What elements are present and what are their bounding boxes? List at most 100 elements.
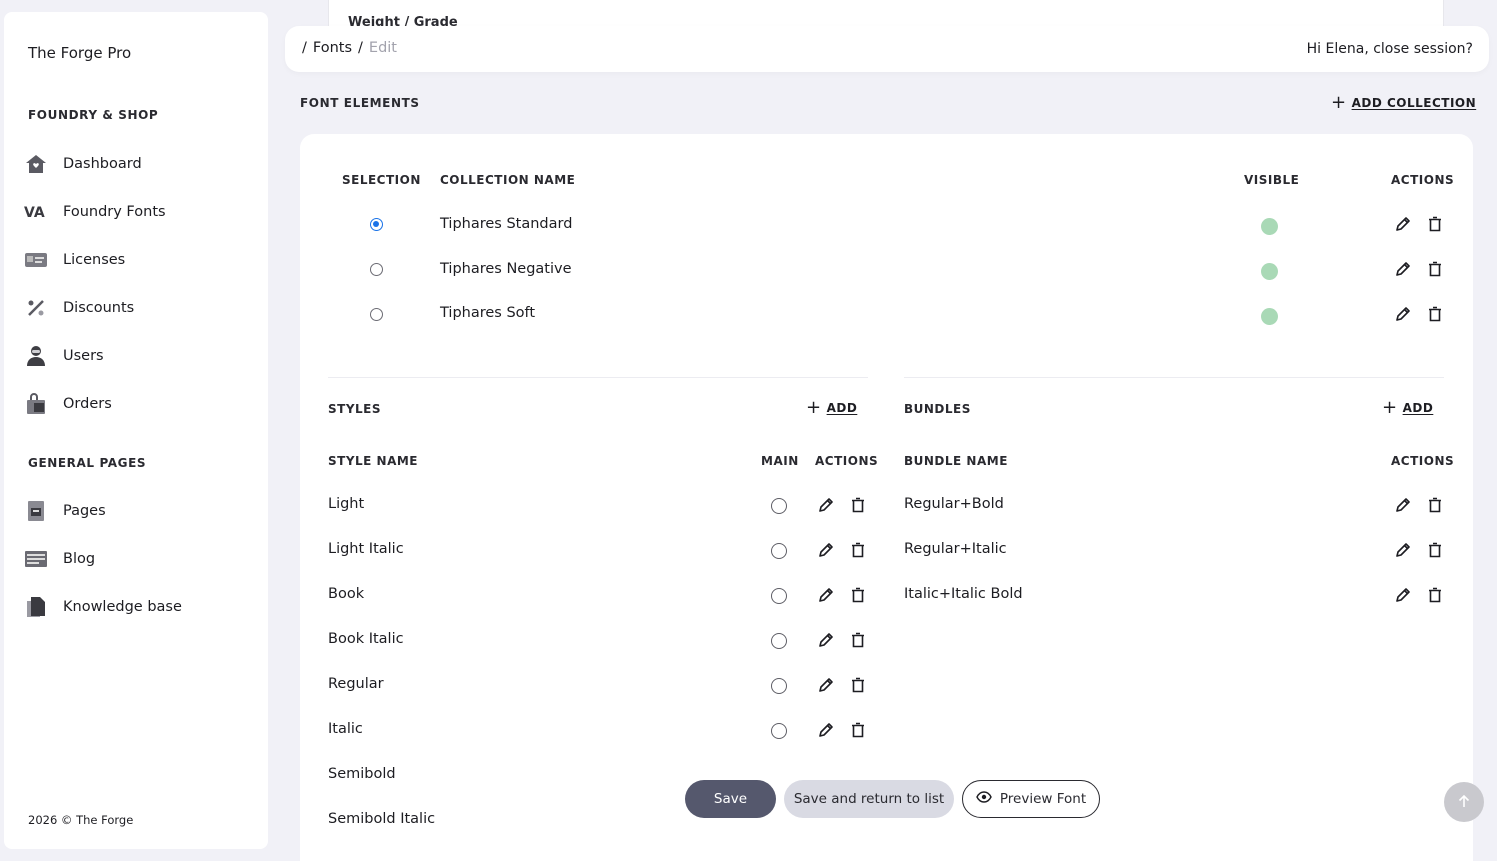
main-style-radio[interactable]	[771, 543, 787, 559]
edit-icon[interactable]	[1394, 586, 1412, 604]
trash-icon[interactable]	[1426, 305, 1444, 323]
main-style-radio[interactable]	[771, 498, 787, 514]
add-style-button[interactable]: + ADD	[806, 399, 857, 417]
save-and-return-button[interactable]: Save and return to list	[784, 780, 954, 818]
edit-icon[interactable]	[1394, 496, 1412, 514]
edit-icon[interactable]	[817, 586, 835, 604]
arrow-up-icon	[1457, 793, 1471, 812]
main-style-radio[interactable]	[771, 588, 787, 604]
style-name: Light Italic	[328, 541, 404, 557]
breadcrumb-separator: /	[358, 40, 363, 56]
breadcrumb: / Fonts / Edit	[302, 40, 397, 56]
sidebar-item-users[interactable]: Users	[24, 342, 104, 370]
main-style-radio[interactable]	[771, 723, 787, 739]
user-icon	[24, 344, 48, 368]
trash-icon[interactable]	[849, 721, 867, 739]
style-name: Semibold	[328, 766, 396, 782]
add-style-label: ADD	[826, 401, 858, 415]
main-style-radio[interactable]	[771, 678, 787, 694]
collection-select-radio[interactable]	[370, 308, 383, 321]
sidebar: The Forge Pro FOUNDRY & SHOP Dashboard V…	[4, 12, 268, 849]
sidebar-item-label: Discounts	[63, 300, 135, 316]
edit-icon[interactable]	[1394, 215, 1412, 233]
visible-indicator[interactable]	[1261, 308, 1278, 325]
plus-icon: +	[806, 397, 822, 418]
col-header-selection: SELECTION	[342, 173, 421, 187]
trash-icon[interactable]	[849, 496, 867, 514]
visible-indicator[interactable]	[1261, 218, 1278, 235]
col-header-style-name: STYLE NAME	[328, 454, 419, 468]
sidebar-item-foundry-fonts[interactable]: VA Foundry Fonts	[24, 198, 166, 226]
sidebar-item-licenses[interactable]: Licenses	[24, 246, 125, 274]
trash-icon[interactable]	[1426, 541, 1444, 559]
edit-icon[interactable]	[1394, 305, 1412, 323]
sidebar-item-label: Orders	[63, 396, 112, 412]
section-title-general: GENERAL PAGES	[28, 456, 147, 470]
weight-grade-field-peek: Weight / Grade	[328, 0, 1444, 28]
add-collection-label: ADD COLLECTION	[1351, 96, 1477, 110]
trash-icon[interactable]	[849, 586, 867, 604]
trash-icon[interactable]	[849, 541, 867, 559]
section-title-foundry: FOUNDRY & SHOP	[28, 108, 159, 122]
col-header-main: MAIN	[761, 454, 799, 468]
scroll-to-top-button[interactable]	[1444, 782, 1484, 822]
sidebar-item-label: Dashboard	[63, 156, 142, 172]
sidebar-item-orders[interactable]: Orders	[24, 390, 112, 418]
sidebar-item-dashboard[interactable]: Dashboard	[24, 150, 142, 178]
sidebar-item-label: Knowledge base	[63, 599, 182, 615]
brand-name[interactable]: The Forge Pro	[28, 44, 131, 62]
edit-icon[interactable]	[817, 496, 835, 514]
edit-icon[interactable]	[817, 631, 835, 649]
font-elements-card: SELECTION COLLECTION NAME VISIBLE ACTION…	[300, 134, 1473, 861]
trash-icon[interactable]	[1426, 215, 1444, 233]
trash-icon[interactable]	[1426, 260, 1444, 278]
style-name: Semibold Italic	[328, 811, 436, 827]
collection-select-radio[interactable]	[370, 263, 383, 276]
sidebar-item-label: Pages	[63, 503, 106, 519]
trash-icon[interactable]	[849, 676, 867, 694]
style-name: Italic	[328, 721, 363, 737]
collection-name: Tiphares Standard	[440, 216, 573, 232]
collection-select-radio[interactable]	[370, 218, 383, 231]
visible-indicator[interactable]	[1261, 263, 1278, 280]
add-collection-button[interactable]: + ADD COLLECTION	[1331, 94, 1476, 112]
divider	[328, 377, 868, 378]
plus-icon: +	[1331, 92, 1347, 113]
edit-icon[interactable]	[817, 541, 835, 559]
bundle-name: Italic+Italic Bold	[904, 586, 1023, 602]
trash-icon[interactable]	[849, 631, 867, 649]
preview-font-label: Preview Font	[999, 791, 1087, 807]
breadcrumb-edit: Edit	[368, 40, 397, 56]
breadcrumb-separator: /	[302, 40, 307, 56]
font-va-icon: VA	[24, 200, 48, 224]
divider	[904, 377, 1444, 378]
trash-icon[interactable]	[1426, 496, 1444, 514]
sidebar-item-pages[interactable]: Pages	[24, 497, 106, 525]
collection-name: Tiphares Negative	[440, 261, 572, 277]
sidebar-item-label: Users	[63, 348, 104, 364]
edit-icon[interactable]	[1394, 260, 1412, 278]
add-bundle-button[interactable]: + ADD	[1382, 399, 1433, 417]
sidebar-item-discounts[interactable]: Discounts	[24, 294, 134, 322]
styles-title: STYLES	[328, 402, 382, 416]
preview-font-button[interactable]: Preview Font	[962, 780, 1100, 818]
edit-icon[interactable]	[817, 676, 835, 694]
style-name: Book Italic	[328, 631, 404, 647]
col-header-bundle-name: BUNDLE NAME	[904, 454, 1008, 468]
sidebar-item-blog[interactable]: Blog	[24, 545, 95, 573]
edit-icon[interactable]	[1394, 541, 1412, 559]
trash-icon[interactable]	[1426, 586, 1444, 604]
copyright-footer: 2026 © The Forge	[28, 813, 134, 827]
font-elements-title: FONT ELEMENTS	[300, 96, 420, 110]
save-button[interactable]: Save	[685, 780, 776, 818]
svg-text:VA: VA	[24, 205, 45, 220]
col-header-visible: VISIBLE	[1244, 173, 1300, 187]
breadcrumb-fonts[interactable]: Fonts	[313, 40, 352, 56]
style-name: Light	[328, 496, 365, 512]
sidebar-item-knowledge-base[interactable]: Knowledge base	[24, 593, 182, 621]
main-style-radio[interactable]	[771, 633, 787, 649]
edit-icon[interactable]	[817, 721, 835, 739]
session-greeting[interactable]: Hi Elena, close session?	[1307, 41, 1473, 57]
collection-name: Tiphares Soft	[440, 305, 536, 321]
col-header-collection-name: COLLECTION NAME	[440, 173, 576, 187]
